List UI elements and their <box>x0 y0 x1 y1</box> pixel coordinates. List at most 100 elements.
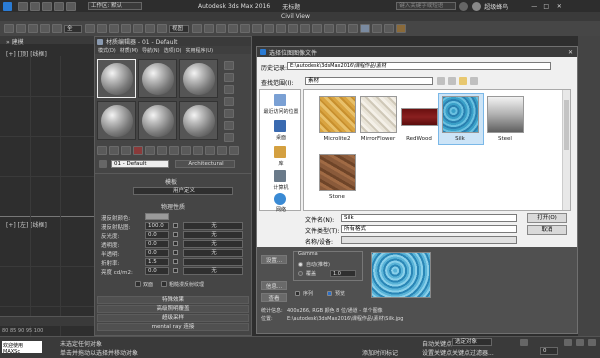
spinner-snap-icon[interactable] <box>264 24 274 33</box>
go-sibling-icon[interactable] <box>229 145 239 155</box>
menu-material[interactable]: 材质(M) <box>120 47 138 54</box>
property-map-button[interactable]: 无 <box>183 240 243 248</box>
uv-tiling-icon[interactable] <box>224 97 234 106</box>
file-thumb-microlite2[interactable] <box>319 96 356 133</box>
property-map-button[interactable]: 无 <box>183 249 243 257</box>
back-icon[interactable] <box>437 77 445 85</box>
undo-icon[interactable] <box>54 1 64 11</box>
viewport-area[interactable]: » 建模 [+] [顶] [线框] [+] [左] [线框] 80 85 90 … <box>0 36 94 336</box>
sample-slot[interactable] <box>179 101 218 140</box>
new-folder-icon[interactable] <box>459 77 467 85</box>
background-icon[interactable] <box>224 85 234 94</box>
options-icon[interactable] <box>224 133 234 142</box>
viewport-label-top[interactable]: [+] [顶] [线框] <box>6 49 47 58</box>
sequence-checkbox[interactable] <box>295 291 300 296</box>
property-value[interactable]: 0.0 <box>145 267 169 275</box>
sample-type-icon[interactable] <box>224 61 234 70</box>
select-icon[interactable] <box>85 24 95 33</box>
search-input[interactable]: 键入关键字或短语 <box>396 2 457 10</box>
schematic-icon[interactable] <box>348 24 358 33</box>
named-selection-icon[interactable] <box>276 24 286 33</box>
file-thumb-stone[interactable] <box>319 154 356 191</box>
recent-places-icon[interactable] <box>274 94 286 106</box>
place-network[interactable]: 网络 <box>264 206 298 213</box>
rotate-icon[interactable] <box>145 24 155 33</box>
property-value[interactable]: 0.0 <box>145 240 169 248</box>
raw-diffuse-checkbox[interactable] <box>161 281 168 287</box>
graphite-icon[interactable] <box>324 24 334 33</box>
library-icon[interactable] <box>169 145 179 155</box>
key-filters-button[interactable]: 关键点过滤器... <box>452 348 494 357</box>
selection-filter[interactable]: 全 <box>64 24 82 33</box>
eyedropper-icon[interactable] <box>99 160 107 168</box>
rollout-supersampling[interactable]: 超级采样 <box>97 314 249 322</box>
reset-map-icon[interactable] <box>133 145 143 155</box>
percent-snap-icon[interactable] <box>252 24 262 33</box>
viewport-tab[interactable]: » 建模 <box>0 36 94 46</box>
current-frame-input[interactable]: 0 <box>540 347 558 355</box>
play-icon[interactable] <box>520 339 528 346</box>
mirror-icon[interactable] <box>288 24 298 33</box>
scrollbar-thumb[interactable] <box>564 100 569 150</box>
redo-toolbar-icon[interactable] <box>16 24 26 33</box>
link-icon[interactable] <box>28 24 38 33</box>
sample-slot[interactable] <box>97 101 136 140</box>
material-editor-icon[interactable] <box>360 24 370 33</box>
property-check[interactable] <box>173 223 178 228</box>
pivot-icon[interactable] <box>192 24 202 33</box>
history-select[interactable]: E:\autodesk\3dsMax2016\课程作品\素材 <box>287 62 551 70</box>
diffuse-color-swatch[interactable] <box>145 213 169 220</box>
property-check[interactable] <box>173 250 178 255</box>
filetype-select[interactable]: 所有格式 <box>341 225 517 233</box>
go-parent-icon[interactable] <box>217 145 227 155</box>
property-check[interactable] <box>173 232 178 237</box>
align-icon[interactable] <box>300 24 310 33</box>
menu-utilities[interactable]: 实用程序(U) <box>185 47 213 54</box>
file-list[interactable]: Microlite2 MirrorFlower RedWood Silk Ste… <box>303 89 571 211</box>
twosided-checkbox[interactable] <box>135 281 141 287</box>
move-icon[interactable] <box>133 24 143 33</box>
computer-icon[interactable] <box>274 170 286 182</box>
place-desktop[interactable]: 桌面 <box>264 134 298 141</box>
material-type-button[interactable]: Architectural <box>175 160 235 168</box>
open-button[interactable]: 打开(O) <box>527 213 567 223</box>
add-time-tag[interactable]: 添加时间标记 <box>362 348 398 357</box>
sample-slot[interactable] <box>138 59 177 98</box>
property-value[interactable]: 0.0 <box>145 231 169 239</box>
search-icon[interactable] <box>459 1 469 11</box>
property-check[interactable] <box>173 241 178 246</box>
autokey-button[interactable]: 自动关键点 <box>422 339 452 348</box>
render-setup-icon[interactable] <box>372 24 382 33</box>
put-to-scene-icon[interactable] <box>109 145 119 155</box>
minimize-button[interactable]: — <box>528 3 540 10</box>
file-thumb-redwood[interactable] <box>401 108 438 126</box>
file-label[interactable]: Stone <box>312 194 362 200</box>
angle-snap-icon[interactable] <box>240 24 250 33</box>
property-check[interactable] <box>173 259 178 264</box>
library-icon[interactable] <box>274 146 286 158</box>
orbit-icon[interactable] <box>588 339 596 346</box>
property-map-button[interactable]: 无 <box>183 231 243 239</box>
curve-editor-icon[interactable] <box>336 24 346 33</box>
workspace-select[interactable]: 工作区: 默认 <box>88 2 142 10</box>
property-value[interactable]: 0.0 <box>145 249 169 257</box>
dialog-close-button[interactable]: ✕ <box>568 49 573 56</box>
rollout-advanced-lighting[interactable]: 高级照明覆盖 <box>97 305 249 313</box>
menu-mode[interactable]: 模式(D) <box>98 47 116 54</box>
property-map-button[interactable]: 无 <box>183 222 243 230</box>
redo-icon[interactable] <box>66 1 76 11</box>
setup-button[interactable]: 设置... <box>261 255 287 264</box>
setkey-button[interactable]: 设置关键点 <box>422 348 452 357</box>
template-select[interactable]: 用户定义 <box>133 187 233 195</box>
view-menu-icon[interactable] <box>470 77 478 85</box>
maximize-button[interactable]: □ <box>540 3 552 10</box>
time-slider[interactable] <box>0 316 94 326</box>
video-check-icon[interactable] <box>224 109 234 118</box>
render-frame-icon[interactable] <box>384 24 394 33</box>
viewport-label-left[interactable]: [+] [左] [线框] <box>6 220 47 229</box>
place-computer[interactable]: 计算机 <box>264 184 298 191</box>
place-recent[interactable]: 最近访问的位置 <box>260 108 302 115</box>
show-map-icon[interactable] <box>193 145 203 155</box>
sample-slot[interactable] <box>97 59 136 98</box>
unique-icon[interactable] <box>157 145 167 155</box>
